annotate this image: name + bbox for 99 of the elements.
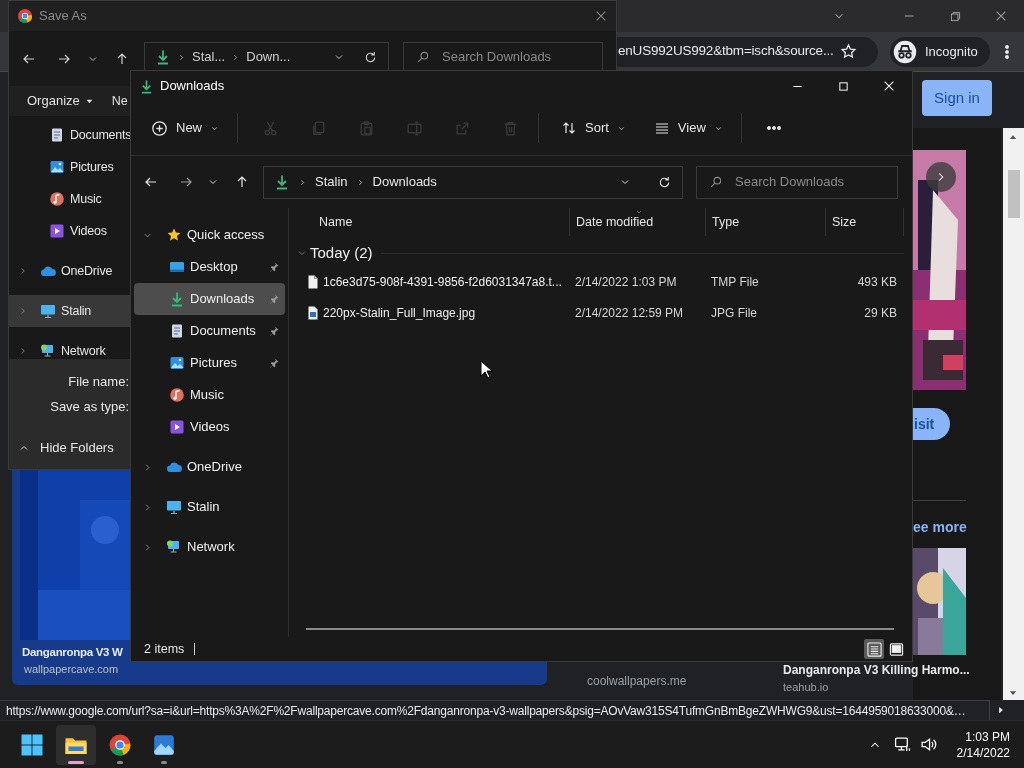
refresh-icon[interactable] xyxy=(363,49,378,65)
incognito-button[interactable]: Incognito xyxy=(890,36,990,67)
size-cell-text: 493 KB xyxy=(857,273,897,291)
search-icon xyxy=(709,175,723,189)
chevron-right-icon xyxy=(298,177,307,187)
document-icon xyxy=(169,323,185,339)
clock[interactable]: 1:03 PM 2/14/2022 xyxy=(956,728,1010,761)
scrollbar-thumb[interactable] xyxy=(1008,170,1020,218)
desktop-icon xyxy=(169,259,185,275)
close-icon[interactable] xyxy=(882,79,896,93)
link-status-bubble: https://www.google.com/url?sa=i&url=https%3A%2F%2Fwallpapercave.com%2Fdanganronpa-v3-wallpapers&psig=AOvVaw315S4TufmGnBmBgeZWHWG9&ust=1644959018633000&… xyxy=(0,700,990,720)
image-icon xyxy=(49,159,65,175)
size-cell-text: 29 KB xyxy=(864,304,897,322)
item-count: 2 items xyxy=(144,640,185,658)
result-source: coolwallpapers.me xyxy=(587,673,687,690)
nav-item[interactable]: Music xyxy=(134,379,285,411)
nav-item[interactable]: Stalin xyxy=(134,491,285,523)
file-name-cell[interactable]: 1c6e3d75-908f-4391-9856-f2d6031347a8.t... xyxy=(323,272,562,291)
monitor-icon xyxy=(40,303,56,319)
nav-item[interactable]: Videos xyxy=(134,411,285,443)
address-bar[interactable]: Stalin Downloads xyxy=(263,165,683,199)
music-icon xyxy=(169,387,185,403)
network-icon xyxy=(166,539,182,555)
maximize-icon[interactable] xyxy=(836,79,850,93)
taskbar-button[interactable] xyxy=(56,724,96,765)
nav-item[interactable]: Documents xyxy=(134,315,285,347)
browser-icon xyxy=(108,732,132,757)
details-view-button[interactable] xyxy=(864,639,884,659)
view-button[interactable]: View xyxy=(641,110,735,146)
window-title: Save As xyxy=(39,7,87,26)
see-more-link[interactable]: ee more xyxy=(913,517,967,538)
result-title[interactable]: Danganronpa V3 Killing Harmo... xyxy=(783,661,970,679)
nav-item[interactable]: Music xyxy=(9,183,130,215)
start-icon xyxy=(20,732,44,757)
network-icon[interactable] xyxy=(893,736,911,753)
download-icon xyxy=(274,174,290,190)
address-bar[interactable]: Stal... Down... xyxy=(144,42,389,71)
column-header[interactable]: Size xyxy=(825,208,904,236)
result-source: teahub.io xyxy=(783,680,829,695)
nav-item[interactable]: OneDrive xyxy=(134,451,285,483)
video-icon xyxy=(169,419,185,435)
nav-item[interactable]: Stalin xyxy=(9,295,130,327)
nav-item[interactable]: Downloads xyxy=(134,283,285,315)
nav-item[interactable]: Quick access xyxy=(134,219,285,251)
incognito-icon xyxy=(893,39,917,64)
list-icon xyxy=(866,641,882,657)
cloud-icon xyxy=(166,459,182,475)
new-folder-button[interactable]: Ne xyxy=(111,91,128,111)
sort-button[interactable]: Sort xyxy=(549,110,638,146)
cloud-icon xyxy=(40,263,56,279)
chevron-right-icon xyxy=(231,52,241,62)
download-icon xyxy=(169,291,185,307)
hide-folders-button[interactable]: Hide Folders xyxy=(18,436,114,460)
volume-icon[interactable] xyxy=(919,736,937,753)
column-header[interactable]: Name xyxy=(289,208,569,236)
date-cell: 2/14/2022 1:03 PM xyxy=(575,274,677,289)
search-icon xyxy=(416,50,430,64)
window-title: Downloads xyxy=(160,77,225,96)
nav-item[interactable]: Videos xyxy=(9,215,130,247)
sign-in-button[interactable]: Sign in xyxy=(922,80,992,116)
photos-icon xyxy=(152,732,176,757)
image-icon xyxy=(169,355,185,371)
network-icon xyxy=(40,343,56,359)
group-header[interactable]: Today (2) xyxy=(310,241,373,265)
music-icon xyxy=(49,191,65,207)
horizontal-scrollbar[interactable] xyxy=(306,628,894,630)
monitor-icon xyxy=(166,499,182,515)
document-icon xyxy=(49,127,65,143)
tiles-icon xyxy=(888,641,904,657)
nav-item[interactable]: Desktop xyxy=(134,251,285,283)
field-label: File name: xyxy=(68,372,129,391)
video-icon xyxy=(49,223,65,239)
column-header[interactable]: Date modified xyxy=(569,208,705,236)
type-cell: JPG File xyxy=(711,305,757,320)
search-field[interactable]: Search Downloads xyxy=(696,165,898,199)
chevron-right-icon xyxy=(177,52,186,62)
restore-icon[interactable] xyxy=(948,9,962,23)
nav-item[interactable]: Network xyxy=(134,531,285,563)
visit-button[interactable]: isit xyxy=(913,408,950,440)
field-label: Save as type: xyxy=(50,397,129,416)
organize-button[interactable]: Organize xyxy=(27,91,94,111)
result-source: wallpapercave.com xyxy=(24,662,119,677)
date-cell: 2/14/2022 12:59 PM xyxy=(575,305,684,320)
nav-item[interactable]: Pictures xyxy=(9,151,130,183)
new-button[interactable]: New xyxy=(139,110,231,146)
file-name-cell[interactable]: 220px-Stalin_Full_Image.jpg xyxy=(323,303,476,322)
nav-item[interactable]: Pictures xyxy=(134,347,285,379)
nav-item[interactable]: OneDrive xyxy=(9,255,130,287)
bookmark-star-icon[interactable] xyxy=(839,43,857,60)
result-title[interactable]: Danganronpa V3 W xyxy=(22,644,123,662)
download-icon xyxy=(139,78,154,94)
refresh-icon[interactable] xyxy=(657,174,672,190)
browser-icon xyxy=(17,8,33,24)
nav-item[interactable]: Network xyxy=(9,335,130,359)
type-cell: TMP File xyxy=(711,274,759,289)
download-icon xyxy=(155,49,171,65)
mouse-pointer xyxy=(480,360,492,379)
star-icon xyxy=(166,227,182,243)
column-header[interactable]: Type xyxy=(705,208,825,236)
